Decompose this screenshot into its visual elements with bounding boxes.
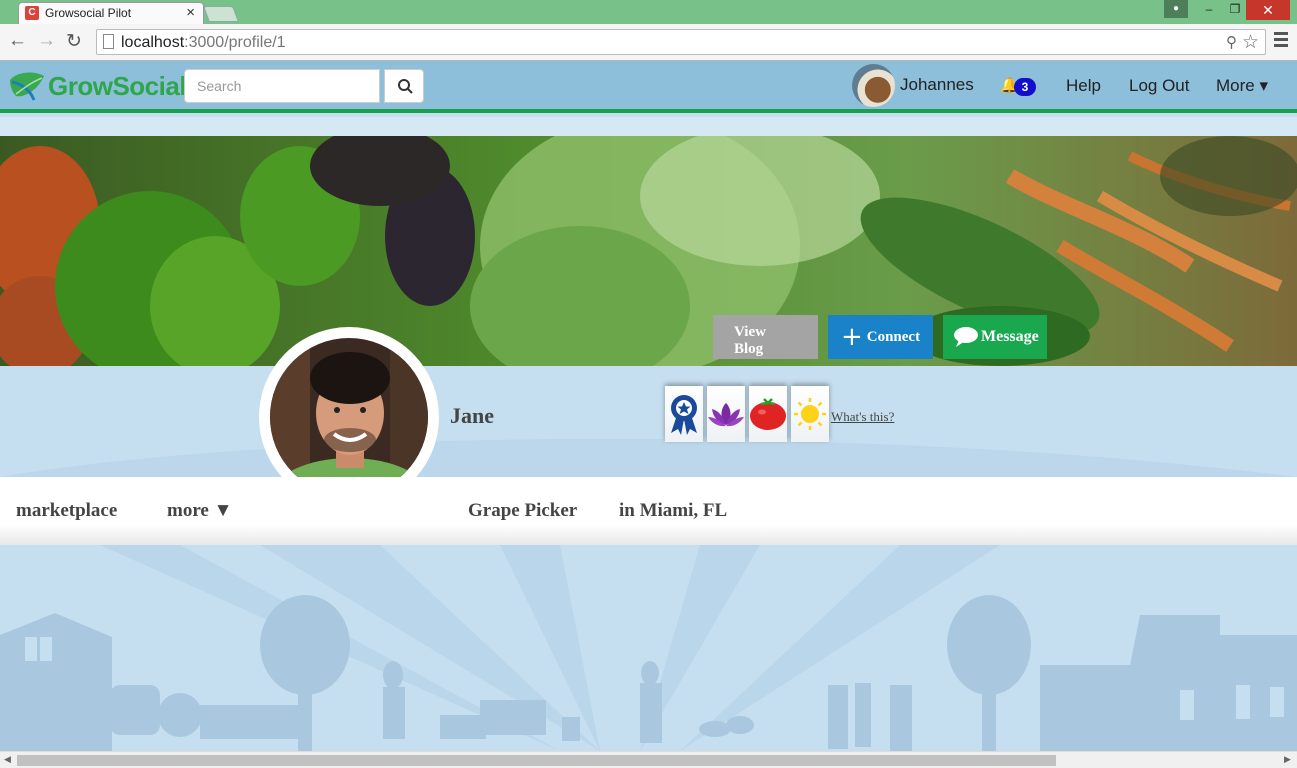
app-navbar: GrowSocial Johannes 🔔 3 Help Log Out Mor… [0, 61, 1297, 113]
search-button[interactable] [384, 69, 424, 103]
user-name-link[interactable]: Johannes [900, 75, 974, 95]
message-button[interactable]: Message [943, 315, 1047, 359]
back-icon[interactable]: ← [8, 30, 27, 52]
more-dropdown[interactable]: More ▾ [1216, 76, 1268, 96]
key-icon[interactable]: ⚲ [1226, 33, 1237, 51]
leaf-logo-icon [8, 70, 46, 102]
scroll-left-icon[interactable]: ◀ [4, 754, 11, 765]
badge-tomato[interactable] [749, 386, 787, 442]
minimize-icon[interactable]: – [1196, 0, 1222, 18]
page-icon [103, 34, 114, 49]
navbar-shadow [0, 117, 1297, 136]
search-icon [398, 79, 413, 94]
more-menu-toggle[interactable]: more ▼ [167, 500, 232, 522]
lotus-icon [708, 403, 744, 427]
search-input[interactable] [184, 69, 380, 103]
badge-lotus[interactable] [707, 386, 745, 442]
speech-bubble-icon [954, 327, 978, 347]
scrollbar-thumb[interactable] [17, 755, 1056, 766]
profile-name: Jane [450, 403, 494, 428]
url-text: localhost:3000/profile/1 [121, 34, 286, 51]
reload-icon[interactable]: ↻ [66, 30, 82, 53]
plus-icon: + [840, 322, 863, 352]
scroll-right-icon[interactable]: ▶ [1284, 754, 1291, 765]
connect-label: Connect [866, 328, 921, 345]
restore-icon[interactable]: ❐ [1222, 0, 1248, 18]
sun-icon [794, 398, 826, 430]
browser-titlebar: C Growsocial Pilot × ● – ❐ ✕ [0, 0, 1297, 24]
ribbon-icon [671, 395, 697, 435]
growsocial-favicon-icon: C [25, 6, 39, 20]
window-close-icon[interactable]: ✕ [1246, 0, 1290, 20]
browser-tab[interactable]: C Growsocial Pilot × [18, 2, 204, 24]
logo-text: GrowSocial [48, 70, 187, 101]
profile-band [0, 366, 1297, 477]
growsocial-logo[interactable]: GrowSocial [8, 70, 187, 102]
badge-sun[interactable] [791, 386, 829, 442]
notification-count-badge[interactable]: 3 [1014, 78, 1036, 96]
tomato-icon [750, 398, 786, 430]
new-tab-button[interactable] [203, 6, 239, 22]
occupation-label: Grape Picker [468, 500, 578, 521]
farm-scenery-background [0, 545, 1297, 751]
horizontal-scrollbar[interactable]: ◀ ▶ [0, 751, 1297, 768]
whats-this-link[interactable]: What's this? [831, 409, 894, 425]
connect-button[interactable]: + Connect [828, 315, 933, 359]
forward-icon[interactable]: → [37, 30, 56, 52]
url-field[interactable]: localhost:3000/profile/1 ⚲ ☆ [96, 29, 1266, 55]
address-bar: ← → ↻ localhost:3000/profile/1 ⚲ ☆ [0, 24, 1297, 61]
message-label: Message [981, 328, 1039, 345]
logout-link[interactable]: Log Out [1129, 76, 1190, 96]
browser-menu-icon[interactable] [1274, 32, 1288, 50]
profile-portrait [270, 338, 428, 496]
badge-ribbon[interactable] [665, 386, 703, 442]
tab-close-icon[interactable]: × [186, 4, 195, 21]
user-avatar[interactable] [852, 64, 895, 107]
view-blog-button[interactable]: View Blog [713, 315, 818, 359]
location-label: in Miami, FL [619, 500, 728, 521]
bookmark-star-icon[interactable]: ☆ [1242, 31, 1259, 54]
help-link[interactable]: Help [1066, 76, 1101, 96]
tab-title: Growsocial Pilot [45, 6, 132, 20]
cover-photo [0, 136, 1297, 366]
marketplace-link[interactable]: marketplace [16, 500, 117, 522]
user-profile-icon[interactable]: ● [1164, 0, 1188, 18]
